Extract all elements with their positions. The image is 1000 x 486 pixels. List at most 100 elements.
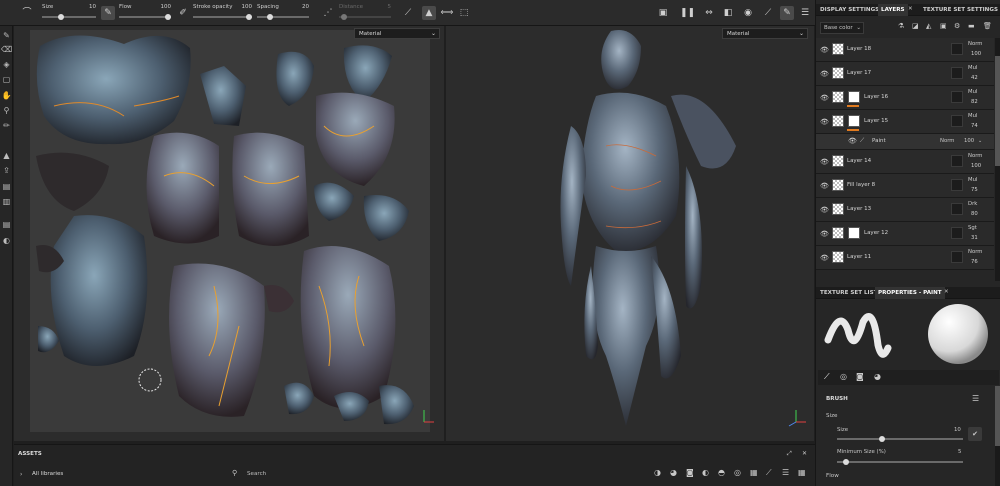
close-icon[interactable]: ✕ (944, 289, 949, 295)
stroke-opacity-knob[interactable] (246, 14, 252, 20)
layer-row[interactable]: 👁 Layer 16 Mul 82 (816, 86, 994, 110)
color-picker-icon[interactable]: ✏ (1, 120, 12, 131)
symmetry-icon[interactable]: ⟺ (440, 6, 454, 20)
3d-viewport[interactable]: Material ⌄ (446, 26, 814, 441)
layer-name[interactable]: Layer 12 (864, 230, 888, 236)
layer-blend[interactable]: Norm (968, 249, 982, 255)
projection-icon[interactable]: ◈ (1, 59, 12, 70)
brush-size-slider[interactable] (837, 436, 963, 442)
flow-slider[interactable] (119, 14, 171, 20)
pen-pressure-icon[interactable]: ✎ (101, 6, 115, 20)
3d-model-canvas[interactable] (446, 26, 814, 441)
eye-icon[interactable]: 👁 (820, 254, 829, 262)
eye-icon[interactable]: 👁 (820, 206, 829, 214)
material-dropdown-2d[interactable]: Material ⌄ (354, 28, 440, 39)
chevron-right-icon[interactable]: › (20, 471, 22, 478)
layer-opacity[interactable]: 74 (971, 123, 978, 129)
display-icon[interactable]: ◐ (1, 235, 12, 246)
curve-icon[interactable]: ⟋ (401, 6, 415, 20)
material-dropdown-3d[interactable]: Material ⌄ (722, 28, 808, 39)
cube-icon[interactable]: ◧ (721, 6, 735, 20)
close-icon[interactable]: ✕ (908, 6, 913, 12)
spacing-slider-knob[interactable] (267, 14, 273, 20)
layer-row[interactable]: 👁 Layer 15 Mul 74 (816, 110, 994, 134)
layer-opacity[interactable]: 80 (971, 211, 978, 217)
layer-opacity[interactable]: 31 (971, 235, 978, 241)
settings-icon[interactable]: ▤ (1, 181, 12, 192)
distance-value[interactable]: 5 (383, 4, 392, 10)
flow-value[interactable]: 100 (155, 4, 172, 10)
stroke-opacity-value[interactable]: 100 (236, 4, 253, 10)
distance-slider[interactable] (339, 14, 391, 20)
eye-icon[interactable]: 👁 (820, 118, 829, 126)
layer-blend[interactable]: Norm (968, 153, 982, 159)
layer-blend[interactable]: Norm (968, 41, 982, 47)
paint-brush-icon[interactable]: ✎ (1, 30, 12, 41)
layer-name[interactable]: Layer 14 (847, 158, 871, 164)
layer-name[interactable]: Layer 13 (847, 206, 871, 212)
sub-layer-row[interactable]: 👁 ⟋ Paint Norm 100 ⌄ (816, 134, 994, 150)
lasso-icon[interactable]: ⌒ (20, 6, 34, 20)
layer-opacity[interactable]: 100 (964, 138, 974, 144)
tab-display-settings[interactable]: DISPLAY SETTINGS (817, 4, 882, 16)
layer-name[interactable]: Layer 18 (847, 46, 871, 52)
layer-blend[interactable]: Sgt (968, 225, 977, 231)
eye-icon[interactable]: 👁 (820, 94, 829, 102)
spacing-value[interactable]: 20 (296, 4, 309, 10)
delete-icon[interactable]: 🗑 (983, 22, 992, 30)
eye-icon[interactable]: 👁 (848, 137, 857, 145)
layer-opacity[interactable]: 100 (971, 163, 981, 169)
eye-icon[interactable]: 👁 (820, 70, 829, 78)
filter-brushes-icon[interactable]: ⟋ (766, 468, 772, 478)
filter-materials-icon[interactable]: ◕ (670, 468, 677, 477)
lazy-mouse-icon[interactable]: ⋰ (321, 6, 335, 20)
tab-layers[interactable]: LAYERS (878, 4, 908, 16)
layer-row[interactable]: 👁 Layer 14 Norm 100 (816, 150, 994, 174)
geometry-mask-icon[interactable]: ▢ (1, 74, 12, 85)
layers-scrollbar[interactable] (995, 38, 1000, 281)
layer-blend[interactable]: Drk (968, 201, 977, 207)
layer-row[interactable]: 👁 Layer 17 Mul 42 (816, 62, 994, 86)
paint-icon[interactable]: ✎ (780, 6, 794, 20)
filter-filters-icon[interactable]: ◓ (718, 468, 725, 477)
layer-name[interactable]: Layer 15 (864, 118, 888, 124)
uv-viewport[interactable]: Material ⌄ (14, 26, 444, 441)
size-slider[interactable] (42, 14, 96, 20)
export-icon[interactable]: ⇪ (1, 165, 12, 176)
filter-smart-materials-icon[interactable]: ◙ (686, 468, 694, 477)
layer-mask-thumbnail[interactable] (848, 227, 860, 239)
distance-slider-knob[interactable] (341, 14, 347, 20)
filter-masks-icon[interactable]: ◐ (702, 468, 709, 477)
layer-blend[interactable]: Norm (940, 138, 954, 144)
screenshot-icon[interactable]: ◉ (741, 6, 755, 20)
brush-size-knob[interactable] (879, 436, 885, 442)
layer-name[interactable]: Fill layer 8 (847, 182, 875, 188)
eye-icon[interactable]: 👁 (820, 182, 829, 190)
bake-icon[interactable]: ▲ (1, 150, 12, 161)
filter-textures-icon[interactable]: ▦ (750, 468, 758, 477)
channel-dropdown[interactable]: Base color ⌄ (820, 22, 864, 34)
pause-icon[interactable]: ❚❚ (680, 6, 695, 20)
layer-row[interactable]: 👁 Fill layer 8 Mul 75 (816, 174, 994, 198)
eye-icon[interactable]: 👁 (820, 46, 829, 54)
spacing-slider[interactable] (257, 14, 309, 20)
add-layer-icon[interactable]: ▣ (940, 22, 947, 30)
mountain-icon[interactable]: ▲ (422, 6, 436, 20)
layer-blend[interactable]: Mul (968, 113, 977, 119)
layer-blend[interactable]: Mul (968, 65, 977, 71)
min-size-value[interactable]: 5 (958, 449, 961, 455)
material-tab-icon[interactable]: ◕ (874, 372, 881, 381)
filter-all-icon[interactable]: ◑ (654, 468, 661, 477)
layer-opacity[interactable]: 100 (971, 51, 981, 57)
grid-view-icon[interactable]: ▦ (798, 468, 806, 477)
split-view-icon[interactable]: ⇔ (702, 6, 716, 20)
brush-size-value[interactable]: 10 (954, 427, 961, 433)
tab-texture-set-list[interactable]: TEXTURE SET LIST (817, 287, 881, 299)
add-smart-material-icon[interactable]: ⚙ (954, 22, 960, 30)
size-slider-knob[interactable] (58, 14, 64, 20)
add-mask-icon[interactable]: ◪ (912, 22, 919, 30)
add-folder-icon[interactable]: ▬ (968, 22, 975, 30)
transform-icon[interactable]: ⬚ (457, 6, 471, 20)
expand-icon[interactable]: ⤢ (787, 450, 792, 458)
uv-texture-canvas[interactable] (14, 26, 444, 441)
